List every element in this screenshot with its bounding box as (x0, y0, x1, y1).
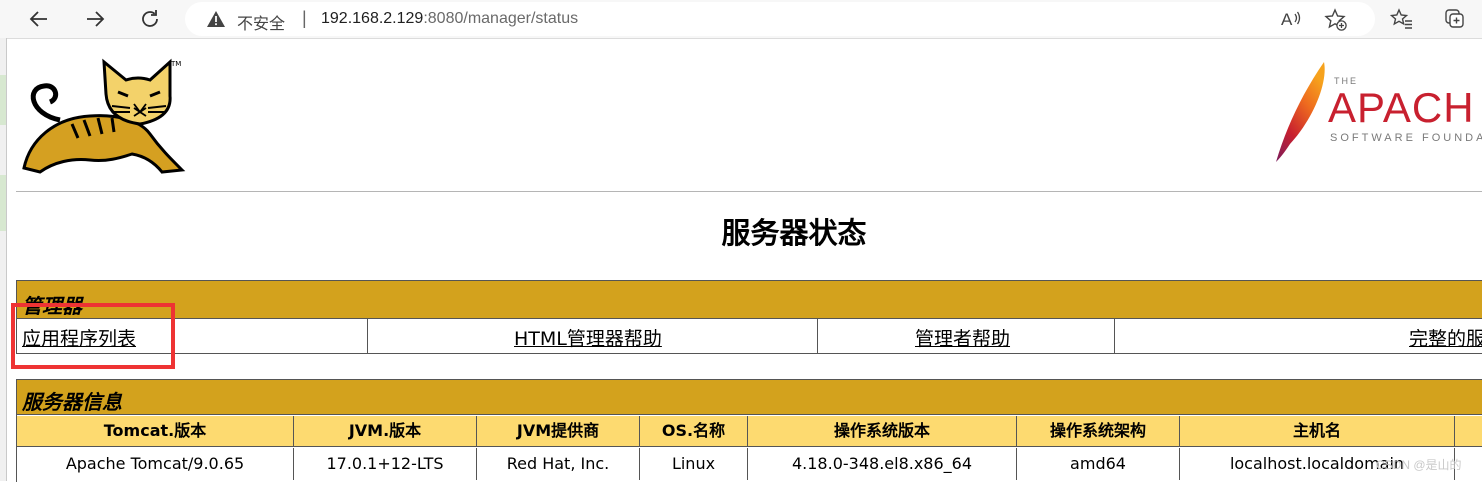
collections-icon (1445, 9, 1464, 28)
apache-logo[interactable]: THE APACH SOFTWARE FOUNDA (1268, 58, 1482, 168)
value-jvm-version: 17.0.1+12-LTS (294, 448, 477, 480)
back-arrow-icon (29, 11, 47, 27)
server-info-header: 服务器信息 (17, 380, 1482, 415)
tomcat-tm: TM (170, 60, 181, 68)
browser-toolbar: 不安全 | 192.168.2.129:8080/manager/status … (0, 0, 1482, 39)
manager-table: 管理器 应用程序列表 HTML管理器帮助 管理者帮助 完整的服 (16, 280, 1482, 354)
manager-table-header: 管理器 (17, 281, 1482, 319)
svg-text:A: A (1281, 10, 1293, 29)
column-header-overflow (1455, 416, 1482, 447)
url-host: 192.168.2.129 (321, 10, 424, 27)
value-os-name: Linux (640, 448, 748, 480)
collections-button[interactable] (1440, 4, 1470, 34)
column-header-jvm-vendor: JVM提供商 (477, 416, 640, 447)
highlight-box (11, 303, 175, 369)
server-info-table: 服务器信息 Tomcat.版本 JVM.版本 JVM提供商 OS.名称 操作系统… (16, 379, 1482, 482)
manager-cell: 管理者帮助 (818, 319, 1115, 354)
back-button[interactable] (24, 4, 54, 34)
apache-foundation-text: SOFTWARE FOUNDA (1330, 132, 1482, 144)
forward-arrow-icon (87, 11, 105, 27)
server-info-heading: 服务器信息 (22, 390, 122, 414)
url-path: :8080/manager/status (423, 10, 579, 27)
refresh-icon (142, 10, 158, 27)
header-divider (16, 191, 1482, 192)
apache-name-text: APACH (1328, 84, 1475, 131)
column-header-os-name: OS.名称 (640, 416, 748, 447)
manager-help-link[interactable]: 管理者帮助 (915, 324, 1010, 351)
tomcat-logo[interactable]: TM (20, 58, 190, 178)
tomcat-cat-icon: TM (22, 58, 186, 174)
value-tomcat-version: Apache Tomcat/9.0.65 (17, 448, 294, 480)
left-edge-divider (6, 38, 7, 481)
security-label[interactable]: 不安全 (237, 10, 285, 34)
refresh-button[interactable] (135, 4, 165, 34)
column-header-os-version: 操作系统版本 (748, 416, 1017, 447)
watermark-text: CSDN @是山的 (1376, 458, 1462, 472)
column-header-os-arch: 操作系统架构 (1017, 416, 1180, 447)
favorites-button[interactable] (1387, 4, 1417, 34)
address-separator: | (302, 8, 307, 28)
column-header-jvm-version: JVM.版本 (294, 416, 477, 447)
add-favorite-icon[interactable] (1324, 8, 1348, 36)
value-os-arch: amd64 (1017, 448, 1180, 480)
forward-button[interactable] (80, 4, 110, 34)
column-header-tomcat-version: Tomcat.版本 (17, 416, 294, 447)
warning-icon[interactable] (206, 10, 226, 32)
manager-cell: HTML管理器帮助 (368, 319, 818, 354)
html-manager-help-link[interactable]: HTML管理器帮助 (514, 324, 662, 351)
favorites-list-icon (1390, 8, 1412, 29)
value-os-version: 4.18.0-348.el8.x86_64 (748, 448, 1017, 480)
url-text[interactable]: 192.168.2.129:8080/manager/status (321, 10, 578, 28)
manager-cell: 完整的服 (1115, 319, 1482, 354)
column-header-hostname: 主机名 (1180, 416, 1455, 447)
complete-server-status-link[interactable]: 完整的服 (1409, 324, 1482, 351)
page-title: 服务器状态 (721, 216, 867, 250)
address-bar[interactable]: 不安全 | 192.168.2.129:8080/manager/status … (185, 2, 1375, 36)
value-jvm-vendor: Red Hat, Inc. (477, 448, 640, 480)
read-aloud-icon[interactable]: A (1280, 8, 1302, 34)
